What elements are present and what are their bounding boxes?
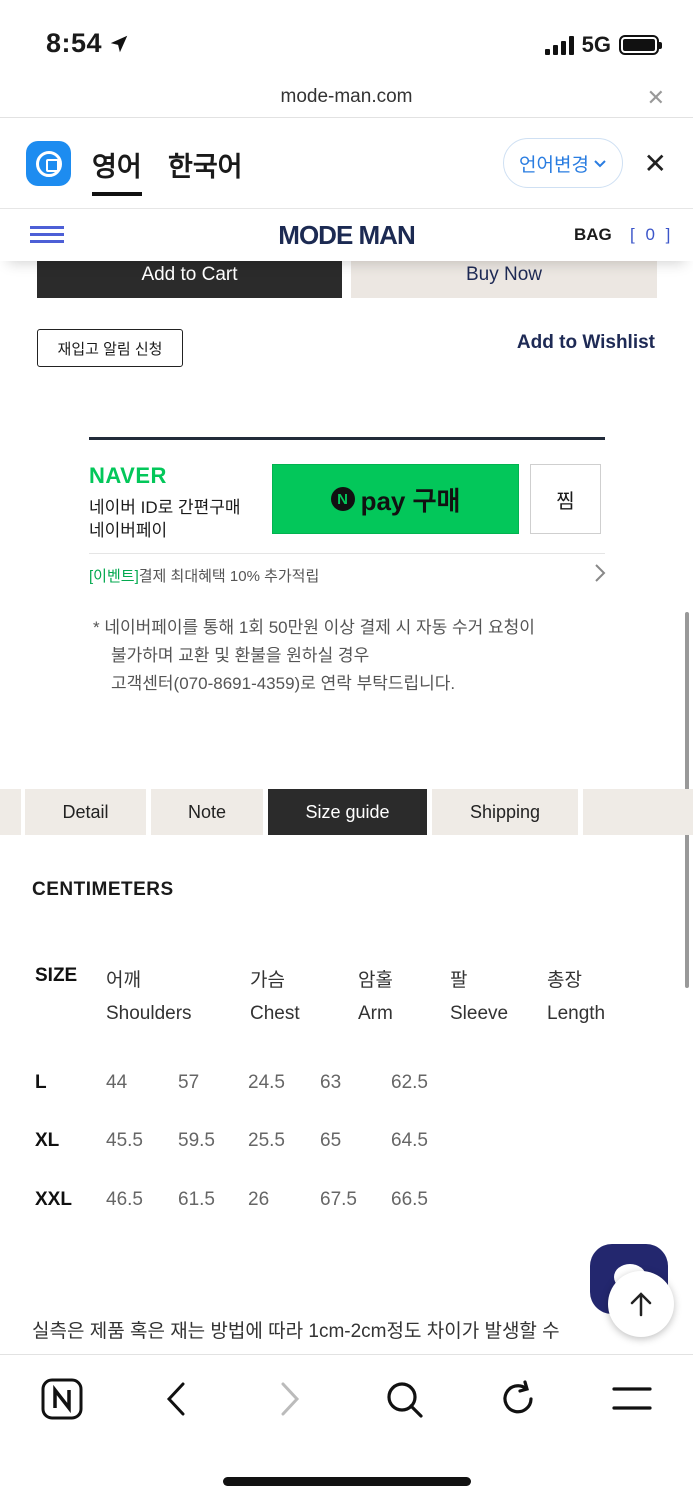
language-change-button[interactable]: 언어변경 — [503, 138, 623, 188]
header-en-shoulders: Shoulders — [106, 1003, 192, 1024]
event-text: 결제 최대혜택 10% 추가적립 — [138, 568, 320, 585]
table-cell: 57 — [178, 1072, 200, 1093]
tab-partial-left[interactable] — [0, 789, 21, 835]
menu-icon[interactable] — [610, 1377, 654, 1421]
header-ko-chest: 가슴 — [250, 970, 285, 991]
tab-detail[interactable]: Detail — [25, 789, 146, 835]
header-ko-shoulders: 어깨 — [106, 970, 141, 991]
table-cell: 65 — [320, 1130, 342, 1151]
add-to-wishlist-link[interactable]: Add to Wishlist — [517, 332, 655, 354]
table-cell: 46.5 — [106, 1189, 143, 1210]
status-indicators: 5G — [544, 32, 662, 58]
table-cell: 67.5 — [320, 1189, 357, 1210]
header-ko-sleeve: 팔 — [450, 970, 468, 991]
restock-alert-button[interactable]: 재입고 알림 신청 — [37, 329, 183, 367]
bag-link[interactable]: BAG — [574, 225, 612, 245]
tab-size-guide[interactable]: Size guide — [268, 789, 427, 835]
notice-line3: 고객센터(070-8691-4359)로 연락 부탁드립니다. — [111, 674, 456, 693]
header-en-chest: Chest — [250, 1003, 300, 1024]
tab-english[interactable]: 영어 — [92, 145, 142, 196]
notice-line2: 불가하며 교환 및 환불을 원하실 경우 — [111, 646, 370, 665]
clock-text: 8:54 — [46, 28, 103, 58]
naver-event-link[interactable]: [이벤트]결제 최대혜택 10% 추가적립 — [89, 565, 319, 586]
forward-icon[interactable] — [268, 1377, 312, 1421]
arrow-up-icon[interactable] — [608, 1271, 674, 1337]
signal-icon — [544, 35, 574, 55]
header-en-sleeve: Sleeve — [450, 1003, 509, 1024]
header-en-arm: Arm — [358, 1003, 393, 1024]
table-cell: 63 — [320, 1072, 342, 1093]
home-indicator[interactable] — [223, 1477, 471, 1486]
url-bar[interactable]: mode-man.com ✕ — [0, 80, 693, 118]
network-label: 5G — [581, 32, 611, 57]
naver-desc-line1: 네이버 ID로 간편구매 — [89, 498, 241, 517]
translate-bar: 영어 한국어 언어변경 ✕ — [0, 119, 693, 209]
site-header: MODE MAN BAG [ 0 ] — [0, 209, 693, 261]
product-tabs: Detail Note Size guide Shipping — [0, 789, 693, 835]
header-en-length: Length — [547, 1003, 606, 1024]
event-tag: [이벤트] — [89, 568, 139, 585]
header-ko-arm: 암홀 — [358, 970, 393, 991]
back-icon[interactable] — [154, 1377, 198, 1421]
url-domain[interactable]: mode-man.com — [0, 86, 693, 108]
naver-logo: NAVER — [89, 463, 167, 488]
chevron-down-icon — [594, 160, 606, 168]
naver-pay-section: NAVER 네이버 ID로 간편구매 네이버페이 N pay 구매 찜 [이벤트… — [89, 437, 607, 595]
table-cell: 64.5 — [391, 1130, 428, 1151]
translate-app-icon — [26, 141, 71, 186]
size-unit-heading: CENTIMETERS — [32, 879, 174, 900]
notice-line1: * 네이버페이를 통해 1회 50만원 이상 결제 시 자동 수거 요청이 — [93, 618, 535, 637]
table-cell: 44 — [106, 1072, 128, 1093]
table-cell: 62.5 — [391, 1072, 428, 1093]
zzim-button[interactable]: 찜 — [530, 464, 601, 534]
chevron-right-icon[interactable] — [593, 563, 607, 589]
tab-note[interactable]: Note — [151, 789, 263, 835]
size-label-l: L — [35, 1072, 47, 1093]
tab-partial-right[interactable] — [583, 789, 693, 835]
table-cell: 24.5 — [248, 1072, 285, 1093]
table-cell: 66.5 — [391, 1189, 428, 1210]
divider — [89, 553, 605, 554]
refresh-icon[interactable] — [496, 1377, 540, 1421]
measurement-note: 실측은 제품 혹은 재는 방법에 따라 1cm-2cm정도 차이가 발생할 수 — [32, 1321, 560, 1342]
language-change-label: 언어변경 — [519, 154, 589, 176]
table-cell: 61.5 — [178, 1189, 215, 1210]
status-bar: 8:54 5G — [0, 0, 693, 86]
close-icon[interactable]: ✕ — [647, 85, 665, 111]
table-cell: 25.5 — [248, 1130, 285, 1151]
naver-pay-button[interactable]: N pay 구매 — [272, 464, 519, 534]
status-time: 8:54 — [46, 28, 130, 59]
close-translate-icon[interactable]: ✕ — [644, 147, 667, 180]
naver-n-icon[interactable] — [40, 1377, 84, 1421]
bag-count[interactable]: [ 0 ] — [630, 225, 673, 245]
table-cell: 45.5 — [106, 1130, 143, 1151]
location-arrow-icon — [110, 35, 128, 52]
search-icon[interactable] — [382, 1377, 426, 1421]
battery-icon — [619, 35, 662, 55]
naver-desc-line2: 네이버페이 — [89, 521, 168, 540]
tab-shipping[interactable]: Shipping — [432, 789, 578, 835]
naver-n-icon: N — [330, 487, 355, 511]
size-label-xl: XL — [35, 1130, 60, 1151]
naver-pay-label: pay 구매 — [360, 485, 461, 516]
header-ko-length: 총장 — [547, 970, 582, 991]
table-cell: 26 — [248, 1189, 270, 1210]
tab-korean[interactable]: 한국어 — [168, 145, 243, 184]
table-cell: 59.5 — [178, 1130, 215, 1151]
size-column-header: SIZE — [35, 965, 78, 986]
size-label-xxl: XXL — [35, 1189, 72, 1210]
naver-pay-notice: * 네이버페이를 통해 1회 50만원 이상 결제 시 자동 수거 요청이 불가… — [93, 614, 613, 698]
